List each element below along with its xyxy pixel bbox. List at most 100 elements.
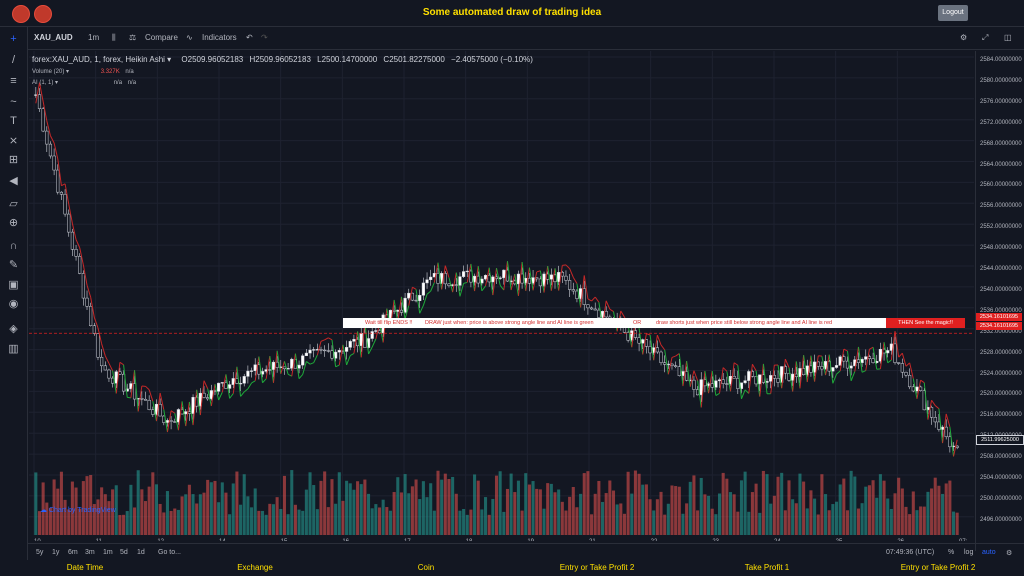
footer-item: Date Time [66,563,104,572]
volume-bar [860,503,864,535]
eye-icon[interactable]: ◉ [7,298,20,311]
candle-body [710,383,714,388]
volume-bar [677,486,681,535]
candle-style-icon[interactable]: ⫼ [112,33,116,43]
candle-body [483,275,488,280]
magnet-icon[interactable]: ∩ [7,240,20,253]
fullscreen-icon[interactable]: ⤢ [982,33,988,43]
zoom-icon[interactable]: ⊕ [7,217,20,230]
undo-icon[interactable]: ↶ [246,33,253,42]
candle-body [794,373,798,378]
text-icon[interactable]: T [7,115,20,128]
time-tick-label: 21 [589,539,596,541]
ai-line-segment [887,359,892,364]
candle-body [41,108,45,132]
fib-icon[interactable]: ≡ [7,75,20,88]
volume-bar [685,503,689,535]
volume-bar [816,514,820,535]
volume-bar [791,499,795,535]
interval-selector[interactable]: 1m [88,33,99,42]
volume-bar [608,480,612,535]
scale-settings-icon[interactable]: ⚙ [1006,549,1012,557]
volume-bar [710,508,714,535]
candle-body [169,420,173,422]
candle-body [758,374,762,385]
back-arrow-icon[interactable]: ◀ [7,175,20,188]
logout-button[interactable]: Logout [938,5,968,21]
settings-icon[interactable]: ⚙ [960,33,967,42]
volume-bar [173,508,177,535]
volume-bar [951,511,956,535]
candle-body [571,289,575,292]
tradingview-logo[interactable]: ☁ Chart by TradingView [40,506,116,514]
compare-button[interactable]: Compare [145,33,178,42]
range-button-5d[interactable]: 5d [120,549,128,556]
volume-bar [363,479,367,535]
volume-bar [209,482,213,535]
redo-icon[interactable]: ↷ [261,33,268,42]
ai-line-segment [309,362,314,365]
indicators-icon[interactable]: ∿ [186,33,193,42]
ai-line-segment [262,378,267,384]
candle-body [246,370,250,377]
volume-bar [96,499,100,535]
volume-bar [911,491,915,535]
volume-bar [597,480,601,535]
range-button-1y[interactable]: 1y [52,549,59,556]
prediction-icon[interactable]: ⊞ [7,154,20,167]
range-button-3m[interactable]: 3m [85,549,95,556]
range-button-1m[interactable]: 1m [103,549,113,556]
range-button-6m[interactable]: 6m [68,549,78,556]
volume-bar [147,486,151,535]
volume-bar [937,485,941,535]
lock-icon[interactable]: ▣ [7,279,20,292]
range-button-5y[interactable]: 5y [36,549,43,556]
volume-bar [436,470,440,535]
ai-line-segment [335,364,340,368]
volume-bar [388,510,393,535]
volume-bar [604,493,608,535]
layers-icon[interactable]: ◈ [7,323,20,336]
range-button-1d[interactable]: 1d [137,549,145,556]
candle-body [736,378,740,389]
ai-line-segment [751,363,757,371]
volume-bar [527,484,531,535]
volume-bar [297,509,301,535]
price-tick-label: 2548.00000000 [980,245,1022,252]
trash-icon[interactable]: ▥ [7,343,20,356]
goto-button[interactable]: Go to... [158,549,181,556]
price-chart[interactable]: 10 11 12 14 15 16 17 18 19 21 22 23 24 25 26 07: [29,51,974,541]
candle-body [692,379,696,390]
auto-toggle[interactable]: auto [982,549,996,556]
compare-icon[interactable]: ⚖ [129,33,136,42]
symbol-search[interactable]: XAU_AUD [34,33,73,42]
time-tick-label: 10 [34,539,41,541]
ai-line-segment [565,264,570,269]
volume-bar [919,506,923,535]
volume-bar [838,484,842,535]
candle-body [944,426,948,438]
volume-bar [575,507,579,535]
volume-bar [834,501,839,535]
crosshair-icon[interactable]: + [7,33,20,46]
indicators-button[interactable]: Indicators [202,33,237,42]
log-toggle[interactable]: log [964,549,973,556]
camera-icon[interactable]: ◫ [1004,33,1012,42]
pattern-icon[interactable]: ⨯ [7,135,20,148]
candle-body [100,356,104,367]
price-scale[interactable]: 2584.00000000 2580.00000000 2576.00000000 2… [975,51,1024,551]
brush-icon[interactable]: ~ [7,96,20,109]
ai-line-segment [412,286,417,290]
volume-bar [440,479,444,535]
high-value: H2509.96052183 [249,55,311,64]
percent-toggle[interactable]: % [948,549,954,556]
candle-body [235,378,239,384]
trendline-icon[interactable]: / [7,54,20,67]
volume-bar [257,510,261,535]
price-tick-label: 2564.00000000 [980,161,1022,168]
candle-body [937,421,941,430]
volume-bar [319,480,323,535]
pencil-lock-icon[interactable]: ✎ [7,259,20,272]
ruler-icon[interactable]: ▱ [7,198,20,211]
ai-line-segment [850,371,856,382]
